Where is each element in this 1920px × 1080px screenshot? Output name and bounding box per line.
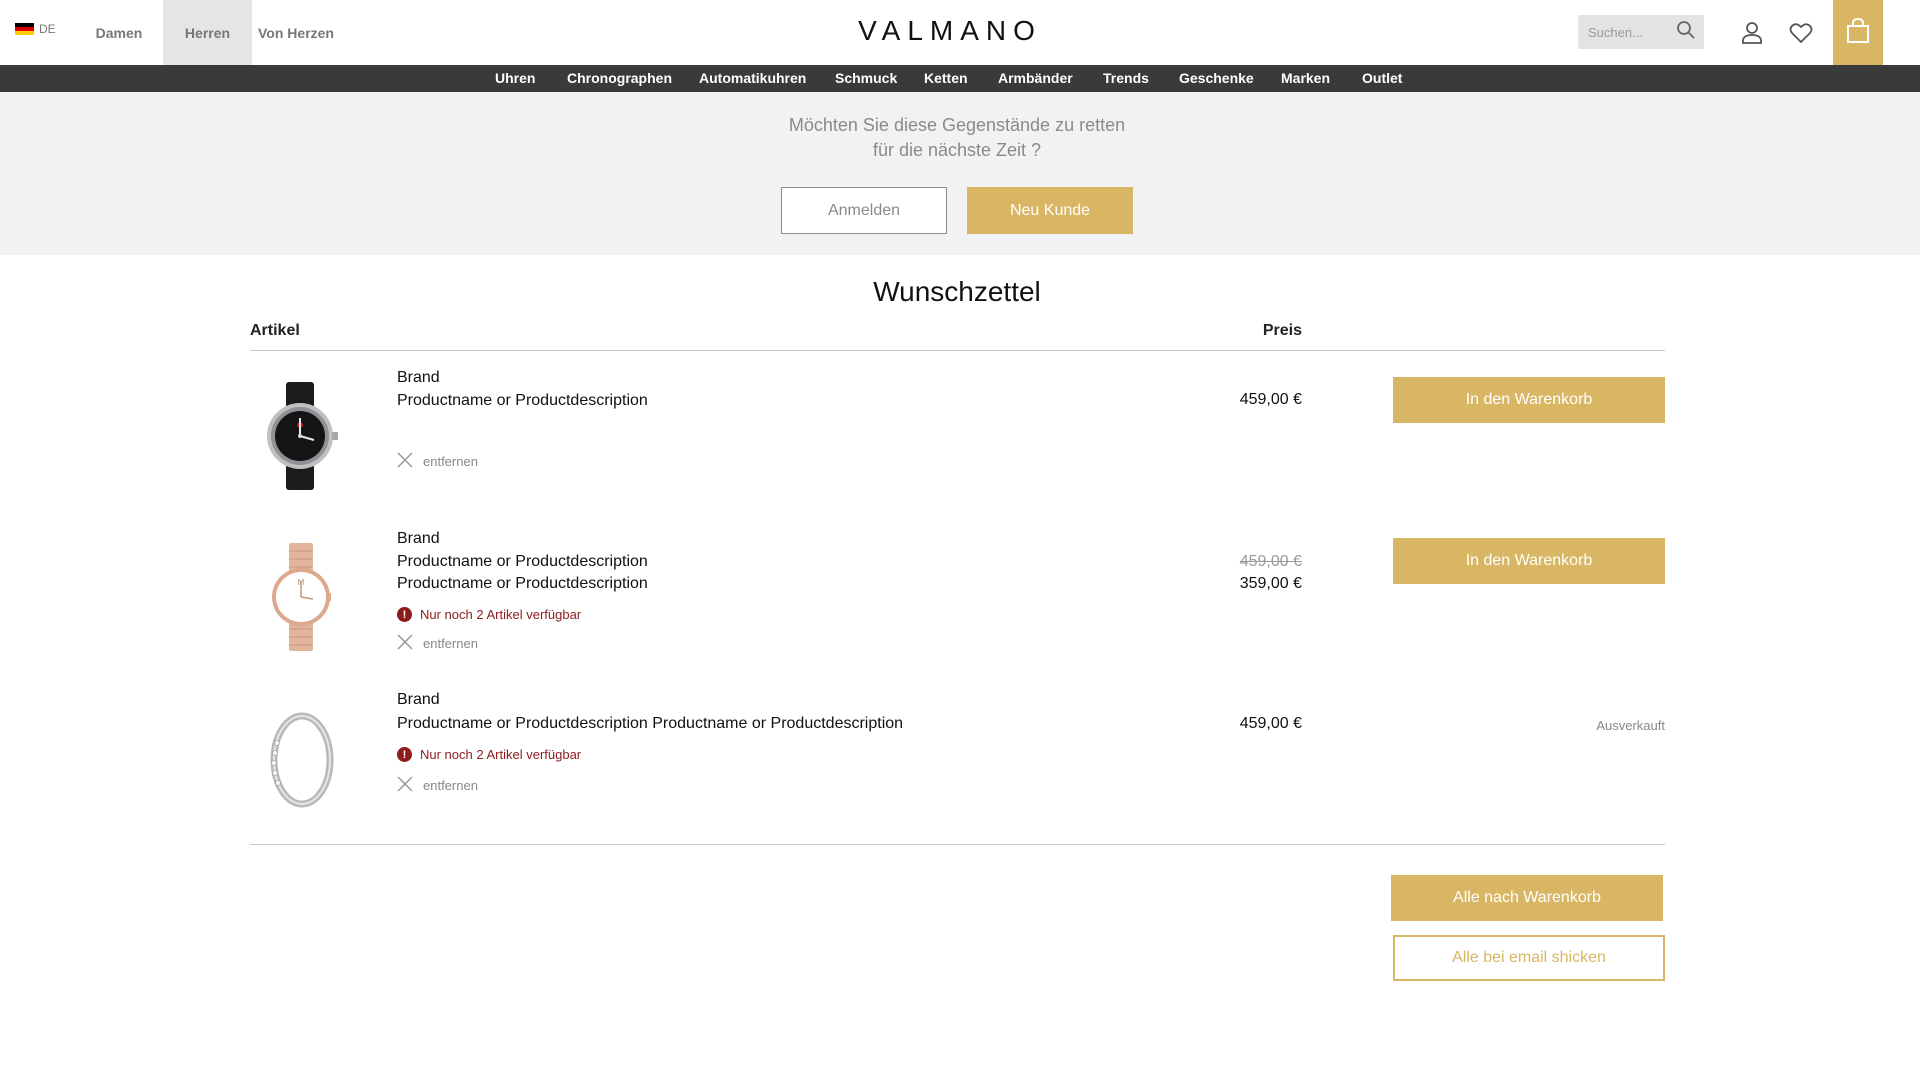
main-navigation: Uhren Chronographen Automatikuhren Schmu… <box>0 65 1920 92</box>
product-price: 459,00 € <box>1239 715 1302 732</box>
product-old-price: 459,00 € <box>1239 553 1302 570</box>
nav-item-chronographen[interactable]: Chronographen <box>567 65 672 92</box>
nav-item-automatikuhren[interactable]: Automatikuhren <box>699 65 806 92</box>
stock-warning: ! Nur noch 2 Artikel verfügbar <box>397 607 581 622</box>
product-name[interactable]: Productname or Productdescription Produc… <box>397 715 903 733</box>
product-name[interactable]: Productname or Productdescription <box>397 392 648 410</box>
search-input[interactable] <box>1586 23 1672 41</box>
close-icon <box>397 452 413 471</box>
search-icon[interactable] <box>1676 20 1696 45</box>
product-name[interactable]: Productname or Productdescription <box>397 553 648 571</box>
email-all-button[interactable]: Alle bei email shicken <box>1393 935 1665 981</box>
remove-item-button[interactable]: entfernen <box>397 634 478 653</box>
nav-item-geschenke[interactable]: Geschenke <box>1179 65 1254 92</box>
remove-item-button[interactable]: entfernen <box>397 776 478 795</box>
new-customer-button[interactable]: Neu Kunde <box>967 187 1133 234</box>
nav-item-outlet[interactable]: Outlet <box>1362 65 1402 92</box>
product-brand: Brand <box>397 691 440 708</box>
stock-warning: ! Nur noch 2 Artikel verfügbar <box>397 747 581 762</box>
nav-item-marken[interactable]: Marken <box>1281 65 1330 92</box>
remove-label: entfernen <box>423 454 478 469</box>
close-icon <box>397 776 413 795</box>
all-to-cart-button[interactable]: Alle nach Warenkorb <box>1391 875 1663 921</box>
product-brand: Brand <box>397 369 440 386</box>
save-list-banner: Möchten Sie diese Gegenstände zu retten … <box>0 92 1920 255</box>
search-box[interactable] <box>1578 15 1704 49</box>
remove-label: entfernen <box>423 636 478 651</box>
user-icon[interactable] <box>1738 19 1766 47</box>
exclamation-icon: ! <box>397 747 412 762</box>
product-image-rose-gold-watch[interactable]: M <box>270 541 332 658</box>
top-bar: DE Damen Herren Von Herzen VALMANO <box>0 0 1920 65</box>
sold-out-status: Ausverkauft <box>1596 718 1665 733</box>
close-icon <box>397 634 413 653</box>
nav-item-uhren[interactable]: Uhren <box>495 65 535 92</box>
add-to-cart-button[interactable]: In den Warenkorb <box>1393 538 1665 584</box>
table-header-divider <box>250 350 1665 351</box>
column-header-price: Preis <box>1262 322 1302 339</box>
product-price: 459,00 € <box>1239 391 1302 408</box>
page-title: Wunschzettel <box>873 276 1041 307</box>
add-to-cart-button[interactable]: In den Warenkorb <box>1393 377 1665 423</box>
heart-icon[interactable] <box>1787 19 1815 47</box>
table-footer-divider <box>250 844 1665 845</box>
product-name[interactable]: Productname or Productdescription <box>397 575 648 593</box>
shopping-bag-icon <box>1845 17 1871 49</box>
product-image-black-watch[interactable] <box>262 380 338 497</box>
save-list-prompt: Möchten Sie diese Gegenstände zu retten … <box>0 113 1914 163</box>
nav-item-schmuck[interactable]: Schmuck <box>835 65 897 92</box>
stock-warning-text: Nur noch 2 Artikel verfügbar <box>420 607 582 622</box>
product-brand: Brand <box>397 530 440 547</box>
product-price: 359,00 € <box>1239 575 1302 592</box>
remove-item-button[interactable]: entfernen <box>397 452 478 471</box>
exclamation-icon: ! <box>397 607 412 622</box>
login-button[interactable]: Anmelden <box>781 187 947 234</box>
nav-item-ketten[interactable]: Ketten <box>924 65 968 92</box>
remove-label: entfernen <box>423 778 478 793</box>
nav-item-armbaender[interactable]: Armbänder <box>998 65 1073 92</box>
product-image-silver-ring[interactable] <box>268 711 336 814</box>
stock-warning-text: Nur noch 2 Artikel verfügbar <box>420 747 582 762</box>
save-prompt-line-2: für die nächste Zeit ? <box>872 140 1042 160</box>
nav-item-trends[interactable]: Trends <box>1103 65 1149 92</box>
column-header-article: Artikel <box>250 322 300 339</box>
save-prompt-line-1: Möchten Sie diese Gegenstände zu retten <box>788 115 1126 135</box>
